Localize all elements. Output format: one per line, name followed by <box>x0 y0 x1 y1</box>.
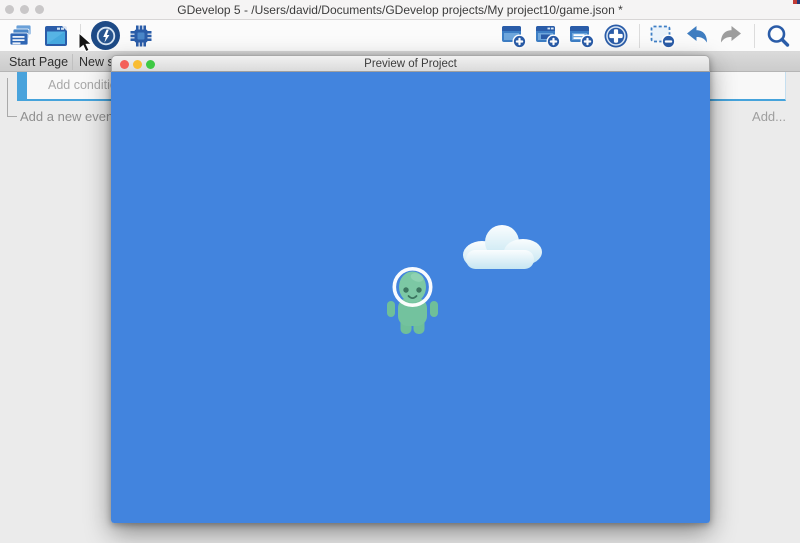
search-icon[interactable] <box>764 22 792 50</box>
preview-icon[interactable] <box>91 21 120 50</box>
add-event-icon[interactable] <box>500 22 528 50</box>
screen-corner-mark <box>793 0 800 4</box>
alien-player-sprite <box>384 261 441 336</box>
debug-icon[interactable] <box>127 22 155 50</box>
undo-icon[interactable] <box>683 22 711 50</box>
app-title: GDevelop 5 - /Users/david/Documents/GDev… <box>0 0 800 20</box>
add-comment-icon[interactable] <box>568 22 596 50</box>
toolbar-divider <box>639 24 640 48</box>
tab-divider <box>72 54 73 70</box>
add-subevent-icon[interactable] <box>534 22 562 50</box>
tab-start-page[interactable]: Start Page <box>9 52 68 72</box>
preview-window-title: Preview of Project <box>112 56 709 73</box>
toolbar-divider <box>754 24 755 48</box>
project-manager-icon[interactable] <box>7 22 35 50</box>
add-action-link[interactable]: Add... <box>752 109 786 124</box>
redo-icon[interactable] <box>717 22 745 50</box>
event-tree-line <box>7 78 8 117</box>
add-new-event-link[interactable]: Add a new event <box>20 109 117 124</box>
scene-editor-icon[interactable] <box>42 22 70 50</box>
preview-titlebar[interactable]: Preview of Project <box>111 55 710 72</box>
delete-event-icon[interactable] <box>649 22 677 50</box>
toolbar-right-group <box>500 20 792 52</box>
gdevelop-app-window: GDevelop 5 - /Users/david/Documents/GDev… <box>0 0 800 543</box>
event-drag-handle[interactable] <box>17 72 27 99</box>
event-tree-line <box>7 116 17 117</box>
mouse-cursor-icon <box>78 32 93 53</box>
add-circle-icon[interactable] <box>602 22 630 50</box>
cloud-sprite <box>455 222 548 272</box>
game-canvas[interactable] <box>111 72 710 523</box>
preview-window[interactable]: Preview of Project <box>111 55 710 523</box>
main-toolbar <box>0 20 800 52</box>
app-titlebar: GDevelop 5 - /Users/david/Documents/GDev… <box>0 0 800 20</box>
